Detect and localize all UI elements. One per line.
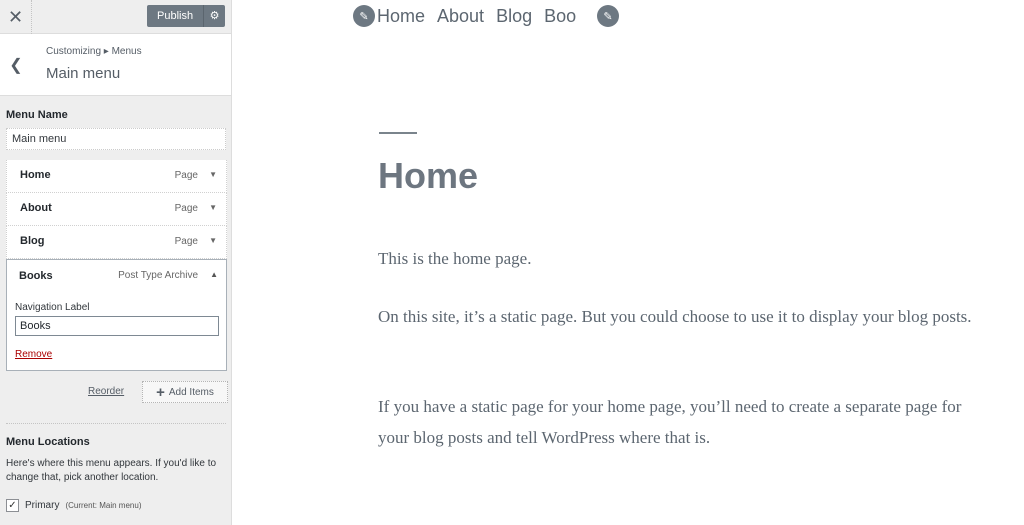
- menu-item-type: Post Type Archive: [118, 270, 198, 281]
- primary-location-label: Primary: [25, 500, 60, 511]
- chevron-up-icon[interactable]: ▲: [210, 270, 218, 279]
- customizer-sidebar: ✕ Publish ⚙ ❮ Customizing ▸ Menus Main m…: [0, 0, 232, 525]
- section-header: ❮ Customizing ▸ Menus Main menu: [0, 34, 231, 96]
- nav-link-books-text: Books: [544, 5, 577, 26]
- menu-locations-description: Here's where this menu appears. If you'd…: [6, 458, 217, 483]
- divider: [6, 423, 226, 424]
- chevron-down-icon[interactable]: ▼: [209, 236, 217, 245]
- menu-item-books-header[interactable]: Books Post Type Archive ▲: [7, 260, 226, 292]
- navigation-label-caption: Navigation Label: [15, 302, 90, 313]
- edit-pencil-icon[interactable]: ✎: [353, 5, 375, 27]
- site-navigation: ✎ Home About Blog Books: [353, 4, 576, 28]
- plus-icon: +: [156, 383, 165, 401]
- gear-icon[interactable]: ⚙: [203, 5, 225, 27]
- menu-item-title: Home: [20, 169, 51, 181]
- menu-item-type: Page: [174, 203, 198, 214]
- section-title: Main menu: [46, 65, 121, 82]
- heading-rule: [379, 132, 417, 134]
- close-customizer-button[interactable]: ✕: [0, 0, 32, 34]
- nav-link-home[interactable]: Home: [377, 6, 425, 27]
- menu-item-title: Blog: [20, 235, 45, 247]
- primary-location-checkbox[interactable]: ✓: [6, 499, 19, 512]
- menu-item-type: Page: [174, 236, 198, 247]
- menu-item-type: Page: [174, 170, 198, 181]
- publish-label: Publish: [157, 10, 194, 22]
- nav-link-blog[interactable]: Blog: [496, 6, 532, 27]
- content-paragraph: On this site, it’s a static page. But yo…: [378, 307, 972, 326]
- remove-link[interactable]: Remove: [15, 349, 52, 360]
- menu-item-title: About: [20, 202, 52, 214]
- menu-locations-title: Menu Locations: [6, 436, 90, 448]
- add-items-button[interactable]: + Add Items: [142, 381, 228, 403]
- menu-item-about[interactable]: About Page ▼: [6, 193, 227, 226]
- publish-button[interactable]: Publish ⚙: [147, 5, 225, 27]
- breadcrumb: Customizing ▸ Menus: [46, 46, 142, 57]
- reorder-link[interactable]: Reorder: [88, 386, 124, 397]
- menu-item-home[interactable]: Home Page ▼: [6, 160, 227, 193]
- menu-item-blog[interactable]: Blog Page ▼: [6, 226, 227, 259]
- navigation-label-input[interactable]: Books: [15, 316, 219, 336]
- add-items-label: Add Items: [168, 386, 214, 398]
- nav-link-about[interactable]: About: [437, 6, 484, 27]
- menu-name-input[interactable]: Main menu: [6, 128, 226, 150]
- chevron-down-icon[interactable]: ▼: [209, 170, 217, 179]
- chevron-left-icon: ❮: [9, 57, 23, 74]
- primary-location-current: (Current: Main menu): [65, 501, 142, 510]
- chevron-down-icon[interactable]: ▼: [209, 203, 217, 212]
- site-preview: ✎ Home About Blog Books ✎ Home This is t…: [233, 0, 1024, 525]
- primary-location-option: ✓ Primary (Current: Main menu): [6, 499, 141, 512]
- content-paragraph: This is the home page.: [378, 249, 532, 268]
- customizer-topbar: ✕ Publish ⚙: [0, 0, 231, 34]
- nav-link-books[interactable]: Books: [544, 6, 576, 27]
- edit-pencil-icon[interactable]: ✎: [597, 5, 619, 27]
- menu-name-label: Menu Name: [6, 109, 68, 121]
- content-paragraph: If you have a static page for your home …: [378, 397, 962, 447]
- back-button[interactable]: ❮: [0, 34, 32, 96]
- page-title: Home: [378, 155, 479, 196]
- menu-item-title: Books: [19, 270, 53, 282]
- menu-item-books-expanded: Books Post Type Archive ▲ Navigation Lab…: [6, 259, 227, 371]
- close-icon: ✕: [7, 6, 24, 27]
